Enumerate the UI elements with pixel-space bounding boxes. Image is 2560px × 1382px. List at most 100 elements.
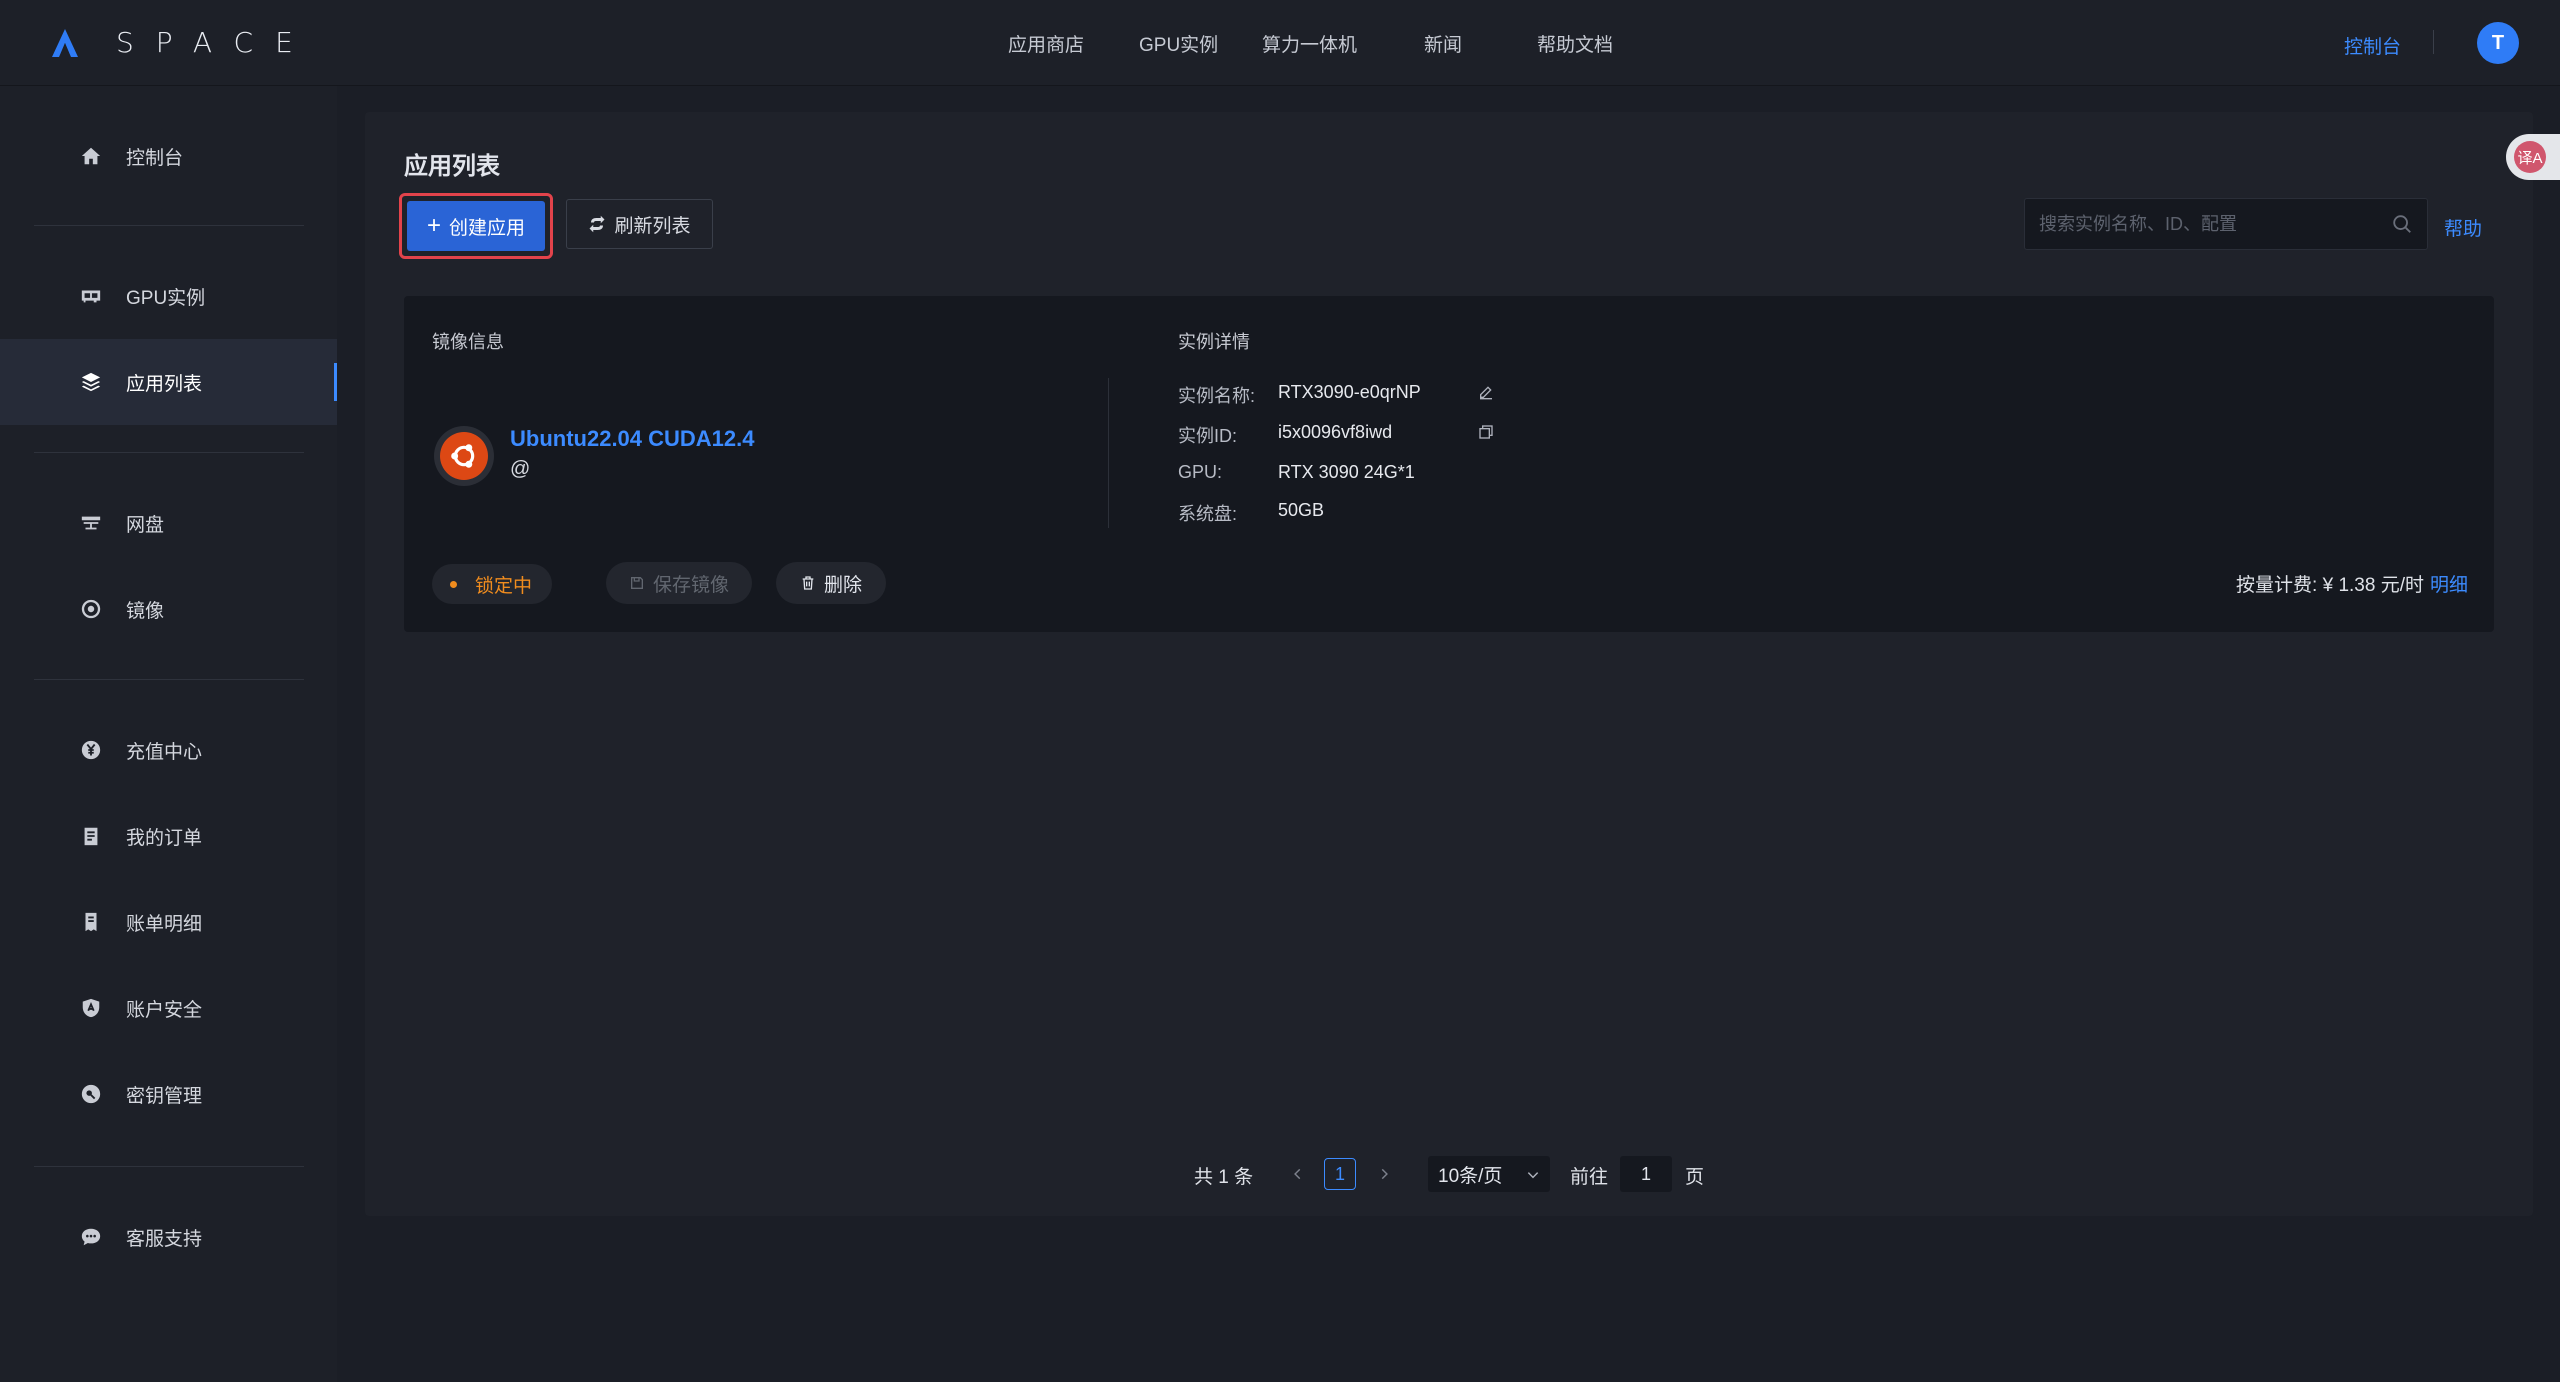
refresh-icon bbox=[589, 215, 605, 233]
create-app-button[interactable]: + 创建应用 bbox=[407, 201, 545, 251]
console-link[interactable]: 控制台 bbox=[2344, 32, 2401, 59]
image-subtitle: @ bbox=[510, 458, 531, 480]
search-box bbox=[2024, 198, 2428, 250]
sidebar-item-console[interactable]: 控制台 bbox=[0, 113, 337, 199]
billing-detail-link[interactable]: 明细 bbox=[2430, 575, 2468, 596]
save-image-label: 保存镜像 bbox=[652, 574, 729, 596]
detail-value: RTX3090-e0qrNP bbox=[1278, 382, 1421, 402]
nav-gpu-instances[interactable]: GPU实例 bbox=[1139, 30, 1218, 57]
sidebar-divider bbox=[34, 452, 304, 453]
cloud-drive-icon bbox=[80, 512, 102, 534]
sidebar-item-cloud-drive[interactable]: 网盘 bbox=[0, 480, 337, 566]
sidebar-item-label: 应用列表 bbox=[126, 373, 203, 395]
delete-button[interactable]: 删除 bbox=[776, 562, 886, 604]
status-badge: 锁定中 bbox=[432, 564, 552, 604]
clipboard-icon bbox=[80, 825, 102, 847]
create-app-label: 创建应用 bbox=[449, 217, 526, 239]
detail-key: 系统盘: bbox=[1178, 504, 1238, 524]
sidebar-item-label: 客服支持 bbox=[126, 1228, 203, 1250]
nav-news[interactable]: 新闻 bbox=[1424, 30, 1462, 57]
edit-icon[interactable] bbox=[1478, 384, 1494, 400]
chevron-left-icon bbox=[1294, 1168, 1301, 1180]
image-name-link[interactable]: Ubuntu22.04 CUDA12.4 bbox=[510, 426, 755, 452]
top-nav-menu: 应用商店 GPU实例 算力一体机 新闻 帮助文档 bbox=[0, 30, 2560, 60]
goto-page-input[interactable] bbox=[1620, 1156, 1672, 1192]
sidebar-item-support[interactable]: 客服支持 bbox=[0, 1194, 337, 1280]
translate-icon: 译A bbox=[2514, 141, 2546, 173]
nav-compute-appliance[interactable]: 算力一体机 bbox=[1262, 30, 1357, 57]
sidebar-item-label: 账单明细 bbox=[126, 913, 203, 935]
nav-app-store[interactable]: 应用商店 bbox=[1008, 30, 1084, 57]
disc-icon bbox=[80, 598, 102, 620]
sidebar-item-recharge[interactable]: 充值中心 bbox=[0, 707, 337, 793]
home-icon bbox=[80, 145, 102, 167]
sidebar-item-gpu-instances[interactable]: GPU实例 bbox=[0, 253, 337, 339]
translate-widget[interactable]: 译A bbox=[2506, 134, 2560, 180]
instance-card: 镜像信息 实例详情 Ubuntu22.04 CUDA12.4 @ 实例名称: R… bbox=[404, 296, 2494, 632]
sidebar-item-label: 网盘 bbox=[126, 514, 165, 536]
sidebar-divider bbox=[34, 1166, 304, 1167]
status-label: 锁定中 bbox=[475, 575, 533, 597]
goto-label: 前往 bbox=[1570, 1167, 1609, 1188]
status-dot bbox=[450, 580, 457, 588]
page-size-select[interactable]: 10条/页 bbox=[1428, 1156, 1550, 1192]
image-info-label: 镜像信息 bbox=[432, 332, 504, 352]
plus-icon: + bbox=[426, 212, 441, 239]
refresh-list-label: 刷新列表 bbox=[614, 215, 691, 237]
page-number-current[interactable]: 1 bbox=[1324, 1158, 1356, 1190]
nav-help-docs[interactable]: 帮助文档 bbox=[1537, 30, 1613, 57]
instance-details-label: 实例详情 bbox=[1178, 332, 1250, 352]
sidebar-item-billing[interactable]: 账单明细 bbox=[0, 879, 337, 965]
main-panel bbox=[365, 112, 2533, 1216]
sidebar-divider bbox=[34, 679, 304, 680]
search-icon[interactable] bbox=[2391, 213, 2413, 235]
ubuntu-logo-icon bbox=[434, 426, 494, 486]
help-link[interactable]: 帮助 bbox=[2444, 214, 2482, 241]
card-divider bbox=[1108, 378, 1109, 528]
chevron-down-icon bbox=[1527, 1172, 1539, 1179]
detail-key: GPU: bbox=[1178, 462, 1223, 482]
next-page-button[interactable] bbox=[1373, 1160, 1395, 1188]
pagination-total: 共 1 条 bbox=[1194, 1167, 1254, 1188]
sidebar-item-label: 充值中心 bbox=[126, 741, 203, 763]
sidebar-item-label: 控制台 bbox=[126, 147, 184, 169]
sidebar: 控制台 GPU实例 应用列表 网盘 镜像 充值中心 我的订单 账单明细 账户安全… bbox=[0, 86, 337, 1382]
sidebar-item-label: 我的订单 bbox=[126, 827, 203, 849]
user-avatar[interactable]: T bbox=[2477, 22, 2519, 64]
shield-icon bbox=[80, 997, 102, 1019]
refresh-list-button[interactable]: 刷新列表 bbox=[566, 199, 713, 249]
create-app-highlight: + 创建应用 bbox=[399, 193, 553, 259]
chevron-right-icon bbox=[1381, 1168, 1388, 1180]
top-navigation-bar: SPACE 应用商店 GPU实例 算力一体机 新闻 帮助文档 控制台 T bbox=[0, 0, 2560, 86]
sidebar-item-account-security[interactable]: 账户安全 bbox=[0, 965, 337, 1051]
trash-icon bbox=[802, 576, 814, 590]
detail-value: RTX 3090 24G*1 bbox=[1278, 462, 1415, 482]
page-suffix: 页 bbox=[1685, 1167, 1705, 1188]
sidebar-item-key-management[interactable]: 密钥管理 bbox=[0, 1051, 337, 1137]
detail-value: 50GB bbox=[1278, 500, 1325, 520]
delete-label: 删除 bbox=[823, 574, 862, 596]
billing-label: 按量计费: bbox=[2236, 575, 2318, 596]
sidebar-item-images[interactable]: 镜像 bbox=[0, 566, 337, 652]
sidebar-item-label: 账户安全 bbox=[126, 999, 203, 1021]
detail-value: i5x0096vf8iwd bbox=[1278, 422, 1393, 442]
bill-icon bbox=[80, 911, 102, 933]
billing-price: ¥ 1.38 元/时 bbox=[2322, 575, 2424, 596]
sidebar-divider bbox=[34, 225, 304, 226]
sidebar-item-label: 密钥管理 bbox=[126, 1085, 203, 1107]
detail-key: 实例名称: bbox=[1178, 386, 1256, 406]
sidebar-item-app-list[interactable]: 应用列表 bbox=[0, 339, 337, 425]
billing-info: 按量计费: ¥ 1.38 元/时 明细 bbox=[2236, 570, 2468, 597]
page-size-value: 10条/页 bbox=[1438, 1165, 1503, 1187]
copy-icon[interactable] bbox=[1478, 424, 1494, 440]
chat-bubble-icon bbox=[80, 1226, 102, 1248]
page-title: 应用列表 bbox=[404, 153, 500, 180]
search-input[interactable] bbox=[2039, 199, 2379, 249]
key-icon bbox=[80, 1083, 102, 1105]
prev-page-button[interactable] bbox=[1287, 1160, 1309, 1188]
save-image-button[interactable]: 保存镜像 bbox=[606, 562, 752, 604]
sidebar-item-label: GPU实例 bbox=[126, 287, 206, 309]
sidebar-item-orders[interactable]: 我的订单 bbox=[0, 793, 337, 879]
detail-key: 实例ID: bbox=[1178, 426, 1238, 446]
layers-icon bbox=[80, 371, 102, 393]
